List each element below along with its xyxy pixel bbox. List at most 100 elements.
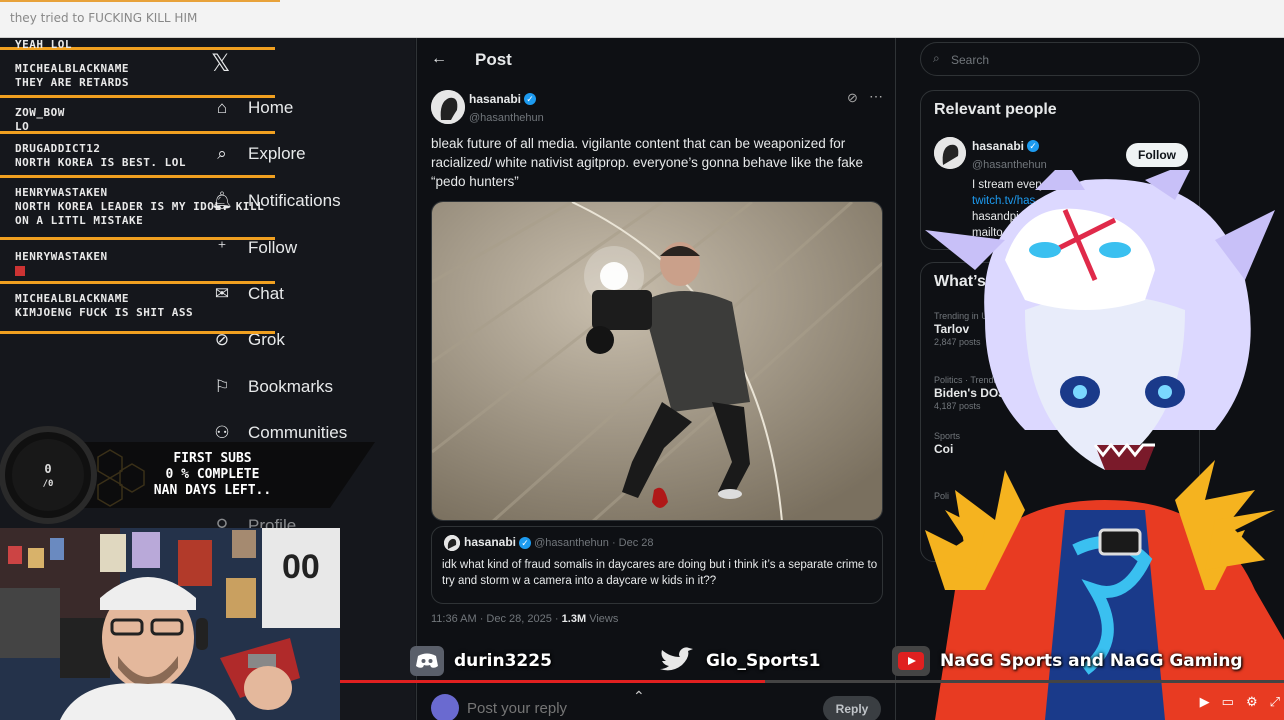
bookmark-icon: ⚐ <box>214 377 230 396</box>
twitter-handle: Glo_Sports1 <box>656 640 821 682</box>
quote-author-name: hasanabi <box>464 535 517 549</box>
chat-emote-icon <box>15 266 25 276</box>
search-placeholder: Search <box>951 53 990 67</box>
video-progress-fill <box>340 680 765 683</box>
social-overlay-bar: durin3225 Glo_Sports1 NaGG Sports and Na… <box>340 640 1284 682</box>
subs-days-left: NAN DAYS LEFT.. <box>153 483 272 498</box>
views-label: Views <box>589 613 619 625</box>
chat-message: henrywastaken north korea leader is my id… <box>0 180 275 240</box>
discord-logo <box>416 653 438 668</box>
relevant-person-name[interactable]: hasanabi <box>972 139 1024 153</box>
subs-progress-text: 0 % COMPLETE <box>165 467 260 482</box>
stream-screen: they tried to FUCKING KILL HIM 𝕏 ⌂ Home ⌕ E… <box>0 0 1284 720</box>
youtube-name: NaGG Sports and NaGG Gaming <box>940 651 1243 671</box>
svg-text:00: 00 <box>282 548 320 586</box>
quote-header: hasanabi ✓ @hasanthehun · Dec 28 <box>464 535 654 550</box>
subs-title: FIRST SUBS <box>173 451 252 466</box>
author-name[interactable]: hasanabi <box>469 92 521 106</box>
subs-goal: /0 <box>42 479 54 489</box>
chat-text: yeah lol <box>15 38 72 51</box>
twitter-logo <box>660 647 693 671</box>
stream-chat-overlay: yeah lol michealblackname they are retards… <box>0 38 280 338</box>
chat-username: michealblackname <box>15 292 129 305</box>
nav-item-bookmarks[interactable]: ⚐ Bookmarks <box>210 375 410 399</box>
play-icon[interactable]: ▶ <box>1200 694 1210 710</box>
webcam-image: 00 <box>0 528 340 720</box>
chat-message: zow_bow lo <box>0 100 275 134</box>
quote-verified-icon: ✓ <box>519 537 532 550</box>
relevant-verified-icon: ✓ <box>1027 139 1040 152</box>
youtube-icon <box>892 646 930 676</box>
chevron-up-icon[interactable]: ⌃ <box>633 688 645 705</box>
chat-text: north korea leader is my idol. kill on a… <box>15 200 265 227</box>
subs-count: 0 <box>44 462 52 476</box>
quote-text: idk what kind of fraud somalis in daycar… <box>442 559 878 587</box>
youtube-logo <box>898 652 924 670</box>
settings-gear-icon[interactable]: ⚙ <box>1246 694 1258 710</box>
twitter-bird-icon <box>656 646 696 676</box>
author-info: hasanabi ✓ @hasanthehun <box>469 90 544 126</box>
video-progress-bar[interactable] <box>340 680 1284 683</box>
page-title: Post <box>475 50 512 69</box>
player-controls: ▶ ▭ ⚙ ⤢ <box>1150 690 1280 714</box>
browser-tab-title[interactable]: they tried to FUCKING KILL HIM <box>10 11 197 25</box>
post-meta: 11:36 AM · Dec 28, 2025 · 1.3M Views <box>431 613 618 625</box>
captions-icon[interactable]: ▭ <box>1222 694 1234 710</box>
views-count: 1.3M <box>561 613 587 625</box>
chat-text: kimjoeng fuck is shit ass <box>15 306 194 319</box>
relevant-person-info: hasanabi ✓ @hasanthehun <box>972 137 1047 173</box>
discord-handle: durin3225 <box>410 640 552 682</box>
chat-text: north korea is best. lol <box>15 156 186 169</box>
browser-tab-bar: they tried to FUCKING KILL HIM <box>0 0 1284 38</box>
reply-avatar <box>431 694 459 720</box>
subs-goal-text: FIRST SUBS 0 % COMPLETE NAN DAYS LEFT.. <box>140 451 285 499</box>
webcam-feed: 00 <box>0 528 340 720</box>
chat-text: they are retards <box>15 76 129 89</box>
search-icon: ⌕ <box>933 51 940 65</box>
relevant-person-avatar[interactable] <box>934 137 966 169</box>
chat-message: drugaddict12 north korea is best. lol <box>0 136 275 178</box>
chat-message: michealblackname they are retards <box>0 56 275 98</box>
post-timestamp[interactable]: 11:36 AM · Dec 28, 2025 · <box>431 613 559 625</box>
chat-text: lo <box>15 120 30 133</box>
search-input[interactable]: ⌕ Search <box>920 42 1200 76</box>
verified-badge-icon: ✓ <box>524 92 537 105</box>
youtube-handle: NaGG Sports and NaGG Gaming <box>892 640 1243 682</box>
vtuber-avatar-image <box>925 160 1284 720</box>
quote-avatar-image <box>444 535 460 551</box>
author-avatar-image <box>431 90 465 124</box>
grok-icon[interactable]: ⊘ <box>847 90 858 106</box>
author-handle[interactable]: @hasanthehun <box>469 112 544 124</box>
twitter-name: Glo_Sports1 <box>706 651 821 671</box>
reply-button[interactable]: Reply <box>823 696 881 720</box>
vtuber-avatar <box>915 160 1284 720</box>
quote-avatar <box>444 535 460 551</box>
chat-username: drugaddict12 <box>15 142 101 155</box>
chat-message: yeah lol <box>0 38 275 51</box>
post-text: bleak future of all media. vigilante con… <box>431 136 864 189</box>
reply-composer: ⌃ Reply <box>417 688 897 720</box>
fullscreen-icon[interactable]: ⤢ <box>1270 694 1280 710</box>
post-media-image[interactable] <box>431 201 883 521</box>
follow-button[interactable]: Follow <box>1126 143 1188 167</box>
reply-input[interactable] <box>467 696 767 720</box>
discord-icon <box>410 646 444 676</box>
post-column: ← Post hasanabi ✓ @hasanthehun ⊘ ⋯ bleak … <box>416 38 896 720</box>
chat-username: henrywastaken <box>15 186 108 199</box>
post-header: ← Post <box>417 38 897 82</box>
nav-item-label: Bookmarks <box>248 377 334 396</box>
chat-message: michealblackname kimjoeng fuck is shit as… <box>0 286 275 334</box>
chat-username: michealblackname <box>15 62 129 75</box>
quoted-post[interactable]: hasanabi ✓ @hasanthehun · Dec 28 idk what… <box>431 526 883 604</box>
post-photo <box>432 202 882 520</box>
author-avatar[interactable] <box>431 90 465 124</box>
discord-name: durin3225 <box>454 651 552 671</box>
quote-author-handle: @hasanthehun <box>534 537 609 549</box>
chat-message: henrywastaken <box>0 244 275 284</box>
relevant-person-avatar-image <box>934 137 966 169</box>
more-options-icon[interactable]: ⋯ <box>869 88 883 105</box>
relevant-people-title: Relevant people <box>934 101 1057 118</box>
quote-date: · Dec 28 <box>611 537 654 549</box>
back-arrow-icon[interactable]: ← <box>431 50 447 68</box>
tab-accent-line <box>0 0 280 2</box>
